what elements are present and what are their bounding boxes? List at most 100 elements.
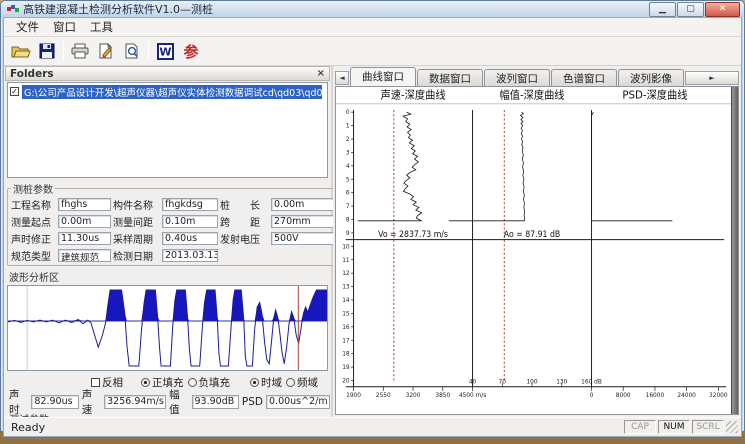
svg-text:160 dB: 160 dB (581, 378, 602, 385)
param-value-field[interactable]: 500V (271, 232, 335, 245)
fill-option-负填充[interactable]: 负填充 (188, 375, 231, 390)
file-list[interactable]: ✓ G:\公司产品设计开发\超声仪器\超声仪实体检测数据调试cd\qd03\qd… (7, 82, 328, 178)
menu-file[interactable]: 文件 (10, 18, 45, 36)
file-list-item[interactable]: ✓ G:\公司产品设计开发\超声仪器\超声仪实体检测数据调试cd\qd03\qd… (10, 85, 325, 98)
save-button[interactable] (34, 39, 60, 63)
panel-close-icon[interactable]: × (317, 68, 325, 79)
svg-text:20: 20 (342, 377, 350, 384)
domain-radio[interactable] (250, 378, 259, 387)
toolbar-separator (148, 41, 149, 61)
readout-value-field[interactable]: 82.90us (31, 395, 78, 409)
vertical-scrollbar[interactable] (731, 87, 738, 414)
param-label: 测量起点 (11, 214, 56, 229)
svg-text:5: 5 (346, 176, 350, 183)
fill-radio[interactable] (188, 378, 197, 387)
menu-bar: 文件 窗口 工具 (4, 18, 741, 37)
param-value-field[interactable]: 270mm (271, 215, 335, 228)
status-cells: CAPNUMSCRL (624, 420, 724, 434)
param-value-field[interactable]: 11.30us (58, 232, 111, 245)
tab-波列窗口[interactable]: 波列窗口 (484, 69, 550, 86)
param-label: 构件名称 (113, 197, 160, 212)
param-label: 跨 距 (220, 214, 269, 229)
print-preview-button[interactable] (119, 39, 145, 63)
readout-value-field[interactable]: 3256.94m/s (104, 395, 166, 409)
tab-scroll-right-icon[interactable]: ► (685, 71, 739, 85)
chart-title-2: PSD-深度曲线 (622, 88, 687, 101)
svg-text:14: 14 (342, 297, 350, 304)
open-file-button[interactable] (8, 39, 34, 63)
param-value-field[interactable]: fhghs (58, 198, 111, 211)
menu-window[interactable]: 窗口 (47, 18, 82, 36)
maximize-button[interactable]: ▢ (677, 2, 704, 17)
resize-grip-icon[interactable] (726, 421, 738, 433)
tab-scroll-left-icon[interactable]: ◄ (335, 71, 349, 85)
chart-annotation-1: Ao = 87.91 dB (504, 229, 560, 239)
svg-text:1900: 1900 (346, 392, 361, 399)
svg-text:12: 12 (342, 270, 350, 277)
window-title: 高铁建混凝土检测分析软件V1.0—测桩 (23, 1, 213, 17)
tab-strip: ◄ 曲线窗口数据窗口波列窗口色谱窗口波列影像► (333, 66, 741, 86)
param-value-field[interactable]: 建筑规范 (58, 249, 111, 262)
param-value-field[interactable]: fhgkdsg (162, 198, 218, 211)
title-bar[interactable]: 高铁建混凝土检测分析软件V1.0—测桩 ▁ ▢ ✕ (1, 1, 744, 17)
svg-text:1: 1 (346, 122, 350, 129)
svg-text:19: 19 (342, 364, 350, 371)
file-checkbox[interactable]: ✓ (10, 87, 19, 96)
param-label: 工程名称 (11, 197, 56, 212)
tab-色谱窗口[interactable]: 色谱窗口 (551, 69, 617, 86)
close-button[interactable]: ✕ (705, 2, 740, 17)
app-window: 高铁建混凝土检测分析软件V1.0—测桩 ▁ ▢ ✕ 文件 窗口 工具 (0, 0, 745, 432)
minimize-button[interactable]: ▁ (649, 2, 676, 17)
fill-label: 负填充 (199, 375, 231, 390)
svg-text:17: 17 (342, 337, 350, 344)
svg-text:8000: 8000 (616, 392, 631, 399)
status-message: Ready (7, 421, 45, 434)
waveform-box[interactable] (7, 285, 328, 371)
domain-radio[interactable] (286, 378, 295, 387)
menu-tools[interactable]: 工具 (84, 18, 119, 36)
printer-icon (70, 43, 90, 59)
param-value-field[interactable]: 0.00m (58, 215, 111, 228)
pile-params-legend: 测桩参数 (11, 181, 55, 196)
depth-curves-chart[interactable]: 声速-深度曲线幅值-深度曲线PSD-深度曲线012345678910111213… (336, 87, 731, 414)
pile-params-group: 测桩参数 工程名称fhghs构件名称fhgkdsg桩 长0.00m测量起点0.0… (7, 181, 339, 266)
file-path-label[interactable]: G:\公司产品设计开发\超声仪器\超声仪实体检测数据调试cd\qd03\qd03… (22, 85, 322, 99)
svg-text:130: 130 (556, 378, 567, 385)
fill-radio[interactable] (141, 378, 150, 387)
export-report-button[interactable] (93, 39, 119, 63)
svg-text:3: 3 (346, 149, 350, 156)
chart-area[interactable]: 声速-深度曲线幅值-深度曲线PSD-深度曲线012345678910111213… (335, 86, 739, 415)
word-export-button[interactable]: W (152, 39, 178, 63)
parameters-button[interactable]: 参 (178, 39, 204, 63)
tab-波列影像[interactable]: 波列影像 (618, 69, 684, 86)
param-label: 发射电压 (220, 231, 269, 246)
waveform-plot[interactable] (8, 286, 327, 370)
svg-text:0: 0 (346, 109, 350, 116)
param-value-field[interactable]: 0.00m (271, 198, 335, 211)
main-area: Folders × ✓ G:\公司产品设计开发\超声仪器\超声仪实体检测数据调试… (4, 66, 741, 417)
domain-label: 时域 (261, 375, 282, 390)
param-label: 检测日期 (113, 248, 160, 263)
param-value-field[interactable]: 0.10m (162, 215, 218, 228)
print-button[interactable] (67, 39, 93, 63)
folders-panel-header[interactable]: Folders × (5, 66, 330, 81)
tab-曲线窗口[interactable]: 曲线窗口 (350, 67, 416, 86)
document-pencil-icon (97, 43, 115, 59)
waveform-area-label: 波形分析区 (9, 269, 330, 284)
svg-text:9: 9 (346, 230, 350, 237)
invert-checkbox[interactable] (91, 378, 100, 387)
tab-数据窗口[interactable]: 数据窗口 (417, 69, 483, 86)
folders-panel-title: Folders (10, 68, 54, 80)
open-folder-icon (11, 43, 31, 59)
svg-text:10: 10 (342, 243, 350, 250)
readout-value-field[interactable]: 0.00us^2/m (266, 395, 330, 409)
svg-text:18: 18 (342, 351, 350, 358)
status-bar: Ready CAPNUMSCRL (4, 417, 741, 436)
svg-text:7: 7 (346, 203, 350, 210)
svg-text:4500 m/s: 4500 m/s (459, 392, 486, 399)
domain-option-频域[interactable]: 频域 (286, 375, 318, 390)
readout-value-field[interactable]: 93.90dB (192, 395, 239, 409)
param-value-field[interactable]: 0.40us (162, 232, 218, 245)
domain-option-时域[interactable]: 时域 (250, 375, 282, 390)
param-value-field[interactable]: 2013.03.13 (162, 249, 218, 262)
